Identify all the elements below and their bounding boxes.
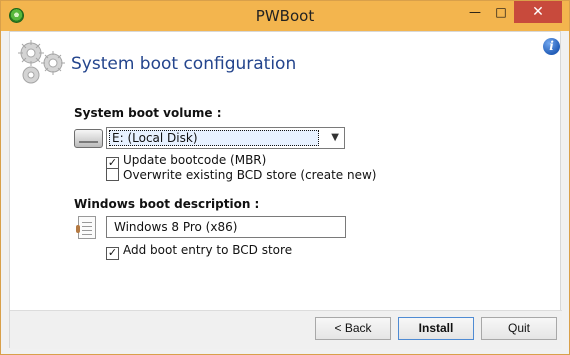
title-bar[interactable]: PWBoot — □ ✕ <box>1 1 569 31</box>
document-icon <box>76 216 96 239</box>
dialog-footer <box>10 311 562 349</box>
overwrite-bcd-label: Overwrite existing BCD store (create new… <box>123 168 377 182</box>
page-title: System boot configuration <box>71 54 297 74</box>
drive-icon <box>74 129 103 148</box>
minimize-button[interactable]: — <box>462 1 488 23</box>
windows-boot-description-label: Windows boot description : <box>74 197 260 211</box>
pwboot-window: PWBoot — □ ✕ System boot configuration i… <box>0 0 570 355</box>
quit-button[interactable]: Quit <box>481 317 557 340</box>
maximize-button[interactable]: □ <box>488 1 514 23</box>
overwrite-bcd-checkbox[interactable] <box>106 168 119 181</box>
close-button[interactable]: ✕ <box>514 1 562 23</box>
add-boot-entry-checkbox[interactable]: ✓ <box>106 247 119 260</box>
overwrite-bcd-option[interactable]: Overwrite existing BCD store (create new… <box>106 168 376 184</box>
install-button[interactable]: Install <box>398 317 474 340</box>
dialog-client-area: System boot configuration i System boot … <box>9 31 562 349</box>
add-boot-entry-option[interactable]: ✓ Add boot entry to BCD store <box>106 243 293 260</box>
update-bootcode-option[interactable]: ✓ Update bootcode (MBR) <box>106 153 267 170</box>
system-boot-volume-label: System boot volume : <box>74 106 222 120</box>
back-button[interactable]: < Back <box>315 317 391 340</box>
info-icon[interactable]: i <box>543 38 560 55</box>
windows-boot-description-input[interactable]: Windows 8 Pro (x86) <box>106 216 346 238</box>
add-boot-entry-label: Add boot entry to BCD store <box>123 243 293 257</box>
boot-volume-selected-value: E: (Local Disk) <box>109 130 319 146</box>
update-bootcode-label: Update bootcode (MBR) <box>123 153 267 167</box>
chevron-down-icon[interactable]: ▼ <box>331 132 339 143</box>
gears-icon <box>18 40 65 84</box>
boot-volume-select[interactable]: E: (Local Disk) ▼ <box>106 127 345 149</box>
